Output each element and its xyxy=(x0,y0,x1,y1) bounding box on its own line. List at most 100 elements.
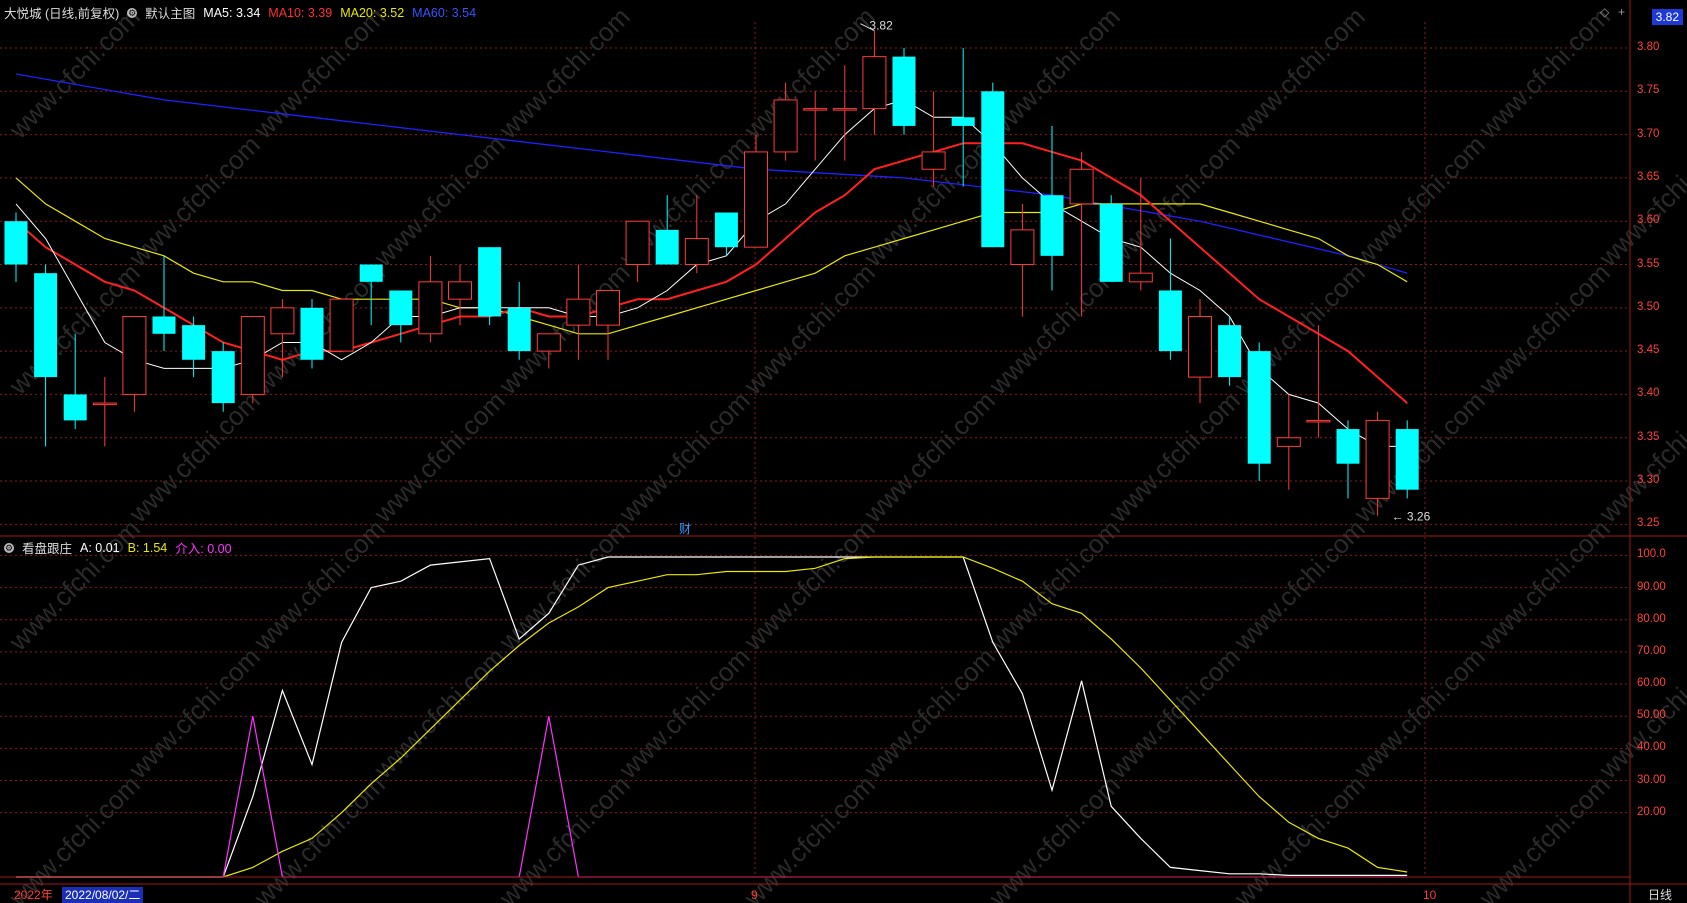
fin-marker: 财 xyxy=(679,522,692,536)
watermark-text: www.cfchi.com xyxy=(857,129,1000,272)
watermark-text: www.cfchi.com xyxy=(2,1,145,144)
candle xyxy=(4,212,28,282)
diamond-icon[interactable]: ◇ xyxy=(1600,5,1609,19)
candle-body xyxy=(921,151,946,170)
candle-body xyxy=(1395,429,1419,490)
indicator-tick: 50.00 xyxy=(1637,709,1666,722)
watermark-text: www.cfchi.com xyxy=(1472,1,1615,144)
indicator-b: B: 1.54 xyxy=(127,540,168,555)
indicator-header: ⚙ 看盘跟庄 A: 0.01 B: 1.54 介入: 0.00 xyxy=(4,538,232,557)
candle-body xyxy=(240,315,265,395)
indicator-tick: 80.00 xyxy=(1637,612,1666,625)
price-tick: 3.35 xyxy=(1637,430,1660,443)
candle-body xyxy=(1099,203,1123,282)
watermark-text: www.cfchi.com xyxy=(982,513,1125,656)
candle-body xyxy=(1306,419,1331,423)
price-tick: 3.70 xyxy=(1637,127,1660,140)
candle xyxy=(329,298,354,352)
watermark-text: www.cfchi.com xyxy=(1472,257,1615,400)
candle-body xyxy=(803,108,828,111)
candle xyxy=(744,134,768,248)
ma20-label: MA20: 3.52 xyxy=(340,5,405,20)
stock-title[interactable]: 大悦城 (日线,前复权) xyxy=(4,3,119,22)
candle xyxy=(34,264,58,447)
watermark-text: www.cfchi.com xyxy=(1472,769,1615,903)
candle xyxy=(892,47,916,135)
candle xyxy=(418,255,443,343)
indicator-settings-icon[interactable]: ⚙ xyxy=(4,542,14,553)
watermark-text: www.cfchi.com xyxy=(1592,129,1687,272)
candle xyxy=(1218,316,1242,386)
candle xyxy=(478,247,502,326)
candle-body xyxy=(182,325,206,360)
main-header: 大悦城 (日线,前复权) ⚙ 默认主图 MA5: 3.34 MA10: 3.39… xyxy=(4,3,476,22)
candle-body xyxy=(684,238,709,266)
ma5-label: MA5: 3.34 xyxy=(203,5,261,20)
candle xyxy=(862,30,887,135)
plus-icon[interactable]: + xyxy=(1618,5,1625,19)
watermark-text: www.cfchi.com xyxy=(1227,1,1370,144)
price-tick: 3.75 xyxy=(1637,84,1660,97)
candle-body xyxy=(329,298,354,352)
candle-body xyxy=(1010,229,1035,266)
candle-body xyxy=(862,56,887,110)
price-tick: 3.80 xyxy=(1637,40,1660,53)
month-9: 9 xyxy=(751,888,758,902)
watermark-text: www.cfchi.com xyxy=(1227,769,1370,903)
candle-body xyxy=(389,290,413,326)
candle-body xyxy=(92,402,117,406)
candle-body xyxy=(1336,429,1360,464)
price-tick: 3.30 xyxy=(1637,474,1660,487)
candle-body xyxy=(300,307,324,360)
candle xyxy=(240,315,265,404)
candle-body xyxy=(596,289,620,326)
candle-body xyxy=(892,56,916,126)
watermark-text: www.cfchi.com xyxy=(857,385,1000,528)
price-tick: 3.25 xyxy=(1637,517,1660,530)
high-label: 3.82 xyxy=(869,19,893,33)
watermark-text: www.cfchi.com xyxy=(492,513,635,656)
current-price-tag: 3.82 xyxy=(1651,9,1683,25)
indicator-name[interactable]: 看盘跟庄 xyxy=(22,538,72,557)
candle-body xyxy=(714,212,738,248)
settings-icon[interactable]: ⚙ xyxy=(127,7,138,18)
chart-canvas: www.cfchi.com www.cfchi.com www.cfchi.com w… xyxy=(0,0,1687,903)
candle-body xyxy=(773,99,798,153)
candle-body xyxy=(448,281,472,300)
candle-body xyxy=(1188,315,1212,378)
candle-body xyxy=(1158,290,1182,352)
candle-body xyxy=(1365,419,1390,499)
candle xyxy=(1158,238,1182,360)
watermark-text: www.cfchi.com xyxy=(737,1,880,144)
candle-body xyxy=(63,394,87,421)
candle-body xyxy=(211,351,235,404)
ma10-label: MA10: 3.39 xyxy=(268,5,333,20)
candle xyxy=(1276,394,1301,490)
watermark-text: www.cfchi.com xyxy=(367,641,510,784)
ma20-path xyxy=(15,177,1408,335)
indicator-tick: 20.00 xyxy=(1637,805,1666,818)
candle-body xyxy=(1128,272,1153,283)
watermark-text: www.cfchi.com xyxy=(247,513,390,656)
year-label: 2022年 xyxy=(14,888,53,902)
watermark-text: www.cfchi.com xyxy=(857,641,1000,784)
candle-body xyxy=(1218,325,1242,378)
watermark-text: www.cfchi.com xyxy=(1592,385,1687,528)
watermark-text: www.cfchi.com xyxy=(982,769,1125,903)
indicator-tick: 30.00 xyxy=(1637,773,1666,786)
watermark-text: www.cfchi.com xyxy=(492,769,635,903)
candle-body xyxy=(270,307,295,335)
watermark-text: www.cfchi.com xyxy=(2,513,145,656)
price-tick: 3.60 xyxy=(1637,214,1660,227)
indicator-jieru: 介入: 0.00 xyxy=(175,542,232,556)
candle-body xyxy=(832,108,857,111)
main-chart-label[interactable]: 默认主图 xyxy=(145,3,195,22)
candle xyxy=(566,264,591,360)
candle-body xyxy=(981,91,1005,248)
candle xyxy=(389,290,413,343)
watermark-text: www.cfchi.com xyxy=(1347,641,1490,784)
candle-body xyxy=(152,316,176,334)
candle xyxy=(981,82,1005,248)
watermark-text: www.cfchi.com xyxy=(737,513,880,656)
period-tab[interactable]: 日线 xyxy=(1648,887,1672,903)
